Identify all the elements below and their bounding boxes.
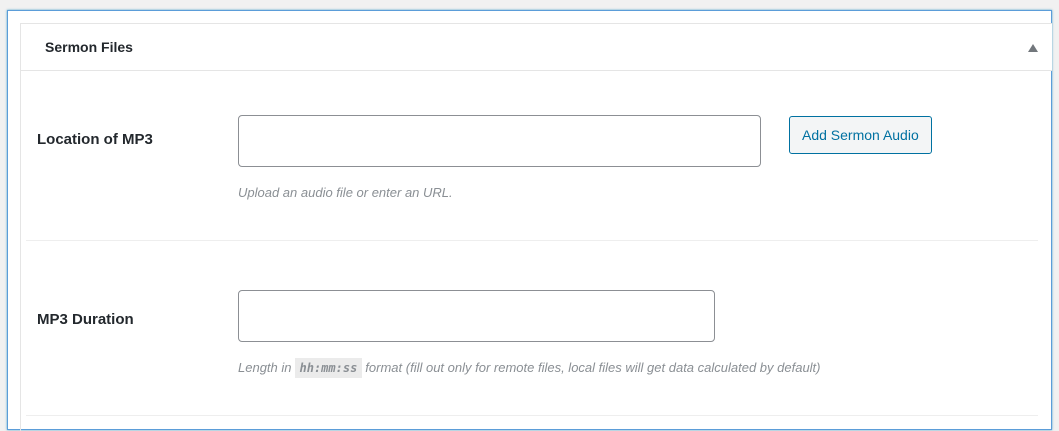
add-sermon-audio-button[interactable]: Add Sermon Audio	[789, 116, 932, 154]
mp3-duration-label: MP3 Duration	[37, 311, 134, 328]
time-format-code: hh:mm:ss	[294, 358, 363, 378]
description-suffix: format (fill out only for remote files, …	[365, 360, 821, 375]
mp3-location-input[interactable]	[238, 115, 761, 167]
mp3-location-description: Upload an audio file or enter an URL.	[238, 185, 453, 200]
metabox-content: Location of MP3 Add Sermon Audio Upload …	[20, 71, 1052, 431]
sermon-files-metabox: Sermon Files Location of MP3 Add Sermon …	[7, 10, 1052, 431]
row-divider	[26, 240, 1038, 241]
description-prefix: Length in	[238, 360, 292, 375]
mp3-duration-input[interactable]	[238, 290, 715, 342]
mp3-duration-description: Length in hh:mm:ss format (fill out only f…	[238, 358, 821, 378]
metabox-header[interactable]: Sermon Files	[20, 23, 1052, 71]
row-divider	[26, 415, 1038, 416]
mp3-location-label: Location of MP3	[37, 131, 153, 148]
metabox-title: Sermon Files	[45, 39, 133, 55]
collapse-toggle-icon[interactable]	[1028, 44, 1038, 52]
